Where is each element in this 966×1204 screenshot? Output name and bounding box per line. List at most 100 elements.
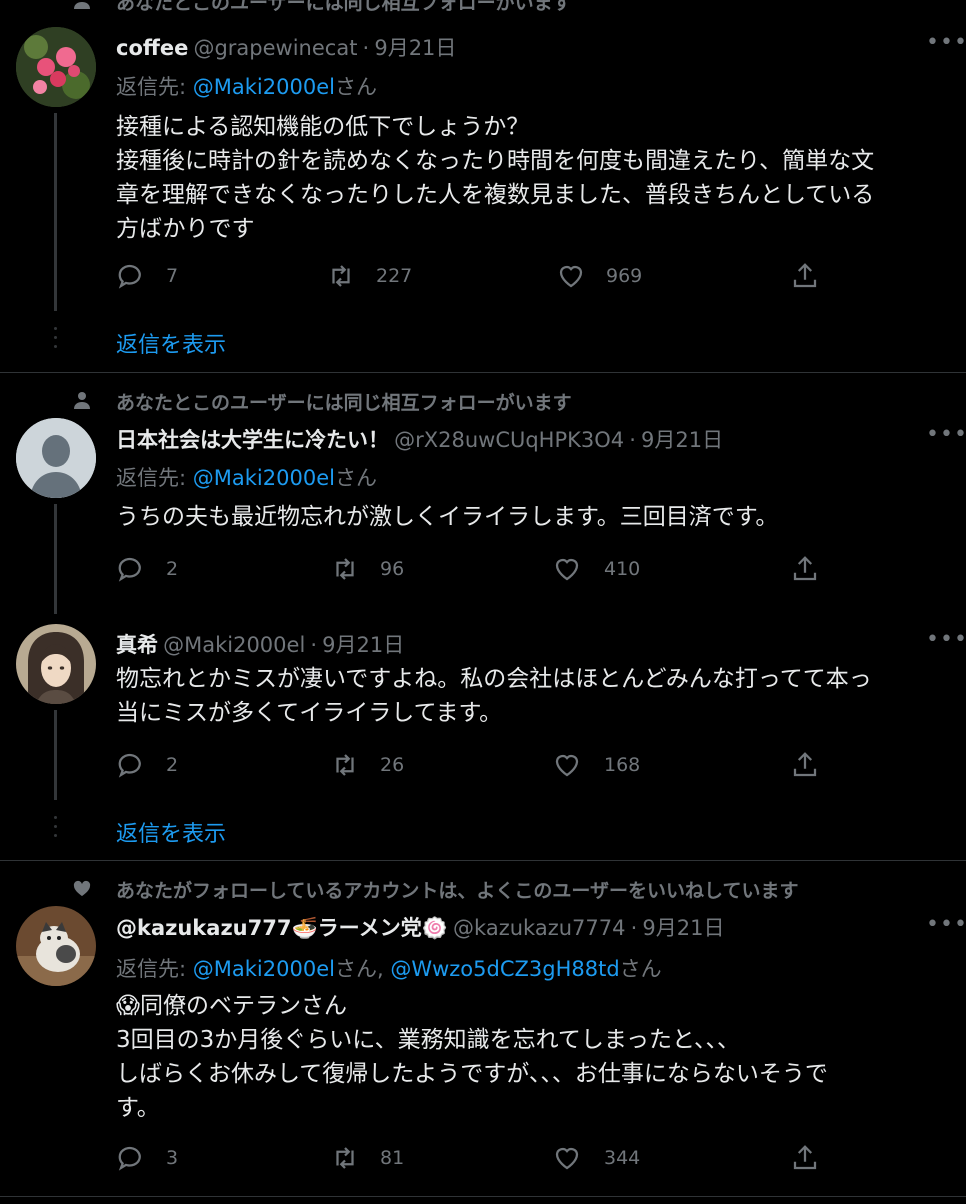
username[interactable]: @grapewinecat [193,36,357,60]
retweet-count: 227 [376,265,413,287]
thread-line [54,710,57,800]
like-count: 410 [604,558,641,580]
like-count: 168 [604,754,641,776]
username[interactable]: @Maki2000el [163,633,305,657]
reply-prefix: 返信先: [116,466,187,490]
share-button[interactable] [790,1143,820,1173]
username[interactable]: @kazukazu7774 [453,916,625,940]
reply-count: 2 [166,754,179,776]
timestamp[interactable]: 9月21日 [642,916,724,940]
tweet-header: coffee @grapewinecat · 9月21日 [116,32,456,62]
reply-button[interactable] [116,750,146,780]
show-replies-link[interactable]: 返信を表示 [116,816,226,848]
reply-button[interactable] [116,261,146,291]
username[interactable]: @rX28uwCUqHPK3O4 [394,428,624,452]
heart-icon [72,878,92,898]
display-name[interactable]: coffee [116,36,188,60]
reply-button[interactable] [116,554,146,584]
display-name[interactable]: 日本社会は大学生に冷たい！ [116,428,389,452]
thread-gap-dots [54,327,57,354]
thread-gap-dots [54,816,57,843]
reply-icon [118,753,141,778]
reply-count: 2 [166,558,179,580]
timestamp[interactable]: 9月21日 [641,428,723,452]
timestamp[interactable]: 9月21日 [322,633,404,657]
social-context-text: あなたがフォローしているアカウントは、よくこのユーザーをいいねしています [116,880,799,902]
like-icon [555,754,579,777]
more-icon[interactable]: ••• [926,912,966,937]
tweet-text: うちの夫も最近物忘れが激しくイライラします。三回目済です。 [116,500,778,534]
reply-suffix: さん [334,75,377,99]
reply-button[interactable] [116,1143,146,1173]
reply-count: 7 [166,265,179,287]
tweet-header: 真希 @Maki2000el · 9月21日 [116,629,404,659]
share-icon [793,263,817,288]
reply-icon [118,264,141,289]
retweet-count: 96 [380,558,405,580]
tweet-line: 😱同僚のベテランさん [116,989,828,1023]
separator: · [629,428,636,452]
retweet-button[interactable] [330,554,360,584]
like-button[interactable] [552,1143,582,1173]
mention-link[interactable]: @Maki2000el [193,957,335,981]
tweet-line: 接種による認知機能の低下でしょうか？ [116,114,530,140]
display-name[interactable]: 真希 [116,633,158,657]
retweet-button[interactable] [326,261,356,291]
timestamp[interactable]: 9月21日 [374,36,456,60]
like-button[interactable] [556,261,586,291]
reply-context: 返信先: @Maki2000elさん [116,462,377,492]
separator: · [630,916,638,940]
share-icon [793,1145,817,1170]
share-button[interactable] [790,554,820,584]
display-name-part: @kazukazu777 [116,916,292,940]
retweet-icon [336,754,354,776]
tweet-line: 当にミスが多くてイライラしてます。 [116,700,503,726]
avatar[interactable] [16,906,96,986]
more-icon[interactable]: ••• [926,627,966,652]
tweet-line: 物忘れとかミスが凄いですよね。私の会社はほとんどみんな打ってて本っ [116,666,872,692]
share-button[interactable] [790,750,820,780]
divider [0,1196,966,1197]
tweet-text: 😱同僚のベテランさん 3回目の3か月後ぐらいに、業務知識を忘れてしまったと、、、… [116,989,828,1125]
more-icon[interactable]: ••• [926,422,966,447]
avatar[interactable] [16,624,96,704]
retweet-button[interactable] [330,1143,360,1173]
like-count: 344 [604,1147,641,1169]
tweet-line: 3回目の3か月後ぐらいに、業務知識を忘れてしまったと、、、 [116,1027,741,1053]
reply-icon [118,557,141,582]
like-icon [555,1147,579,1170]
tweet-header: @kazukazu777🍜ラーメン党🍥 @kazukazu7774 · 9月21… [116,912,724,942]
reply-icon [118,1146,141,1171]
separator: · [310,633,318,657]
display-name[interactable]: @kazukazu777🍜ラーメン党🍥 [116,916,448,940]
avatar[interactable] [16,27,96,107]
reply-suffix: さん [334,466,377,490]
reply-context: 返信先: @Maki2000elさん, @Wwzo5dCZ3gH88tdさん [116,953,662,983]
tweet-line: 接種後に時計の針を読めなくなったり時間を何度も間違えたり、簡単な文 [116,148,875,174]
tweet-header: 日本社会は大学生に冷たい！ @rX28uwCUqHPK3O4 · 9月21日 [116,424,723,454]
mention-link[interactable]: @Wwzo5dCZ3gH88td [390,957,619,981]
divider [0,372,966,373]
tweet-line-text: 同僚のベテランさん [139,993,347,1019]
tweet-line: うちの夫も最近物忘れが激しくイライラします。三回目済です。 [116,504,779,530]
like-button[interactable] [552,554,582,584]
mention-link[interactable]: @Maki2000el [193,466,335,490]
share-button[interactable] [790,261,820,291]
display-name-part: ラーメン党 [317,916,422,940]
retweet-icon [336,1147,354,1169]
reply-context: 返信先: @Maki2000elさん [116,71,377,101]
tweet-line: しばらくお休みして復帰したようですが、、、お仕事にならないそうで [116,1061,828,1087]
social-context: あなたとこのユーザーには同じ相互フォローがいます [72,388,572,415]
retweet-icon [332,265,350,287]
like-button[interactable] [552,750,582,780]
mention-link[interactable]: @Maki2000el [193,75,335,99]
like-count: 969 [606,265,643,287]
show-replies-link[interactable]: 返信を表示 [116,327,226,359]
retweet-count: 26 [380,754,405,776]
avatar[interactable] [16,418,96,498]
divider [0,860,966,861]
retweet-button[interactable] [330,750,360,780]
reply-mid: さん, [334,957,384,981]
share-icon [793,556,817,581]
more-icon[interactable]: ••• [926,30,966,55]
